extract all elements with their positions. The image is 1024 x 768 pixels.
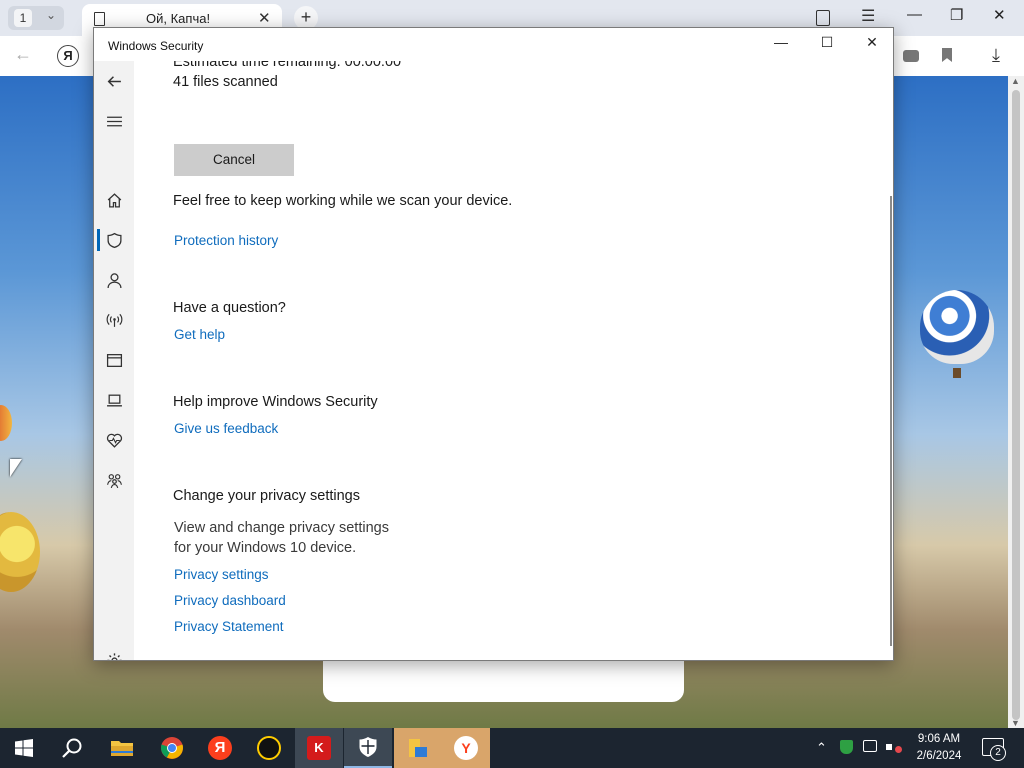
windows-security-window: Windows Security — ☐ ✕ Estimated time re… bbox=[93, 27, 894, 661]
browser-menu-icon[interactable]: ☰ bbox=[861, 6, 875, 26]
nav-account-protection[interactable] bbox=[94, 264, 134, 296]
health-icon bbox=[106, 433, 122, 448]
privacy-description-line1: View and change privacy settings bbox=[174, 520, 389, 536]
keep-working-text: Feel free to keep working while we scan … bbox=[173, 193, 513, 209]
folder-icon bbox=[111, 741, 133, 756]
document-icon bbox=[94, 12, 105, 26]
yandex-icon: Я bbox=[208, 736, 232, 760]
nav-virus-protection[interactable] bbox=[94, 224, 134, 256]
scroll-up-icon[interactable]: ▲ bbox=[1011, 76, 1020, 86]
browser-restore-icon[interactable]: ❐ bbox=[950, 6, 963, 24]
search-icon bbox=[62, 738, 82, 758]
tab-counter-button[interactable]: 1 ⌄ bbox=[8, 6, 64, 30]
notification-badge: 2 bbox=[990, 745, 1006, 761]
back-button[interactable] bbox=[94, 65, 134, 97]
network-tray-icon[interactable] bbox=[863, 740, 877, 752]
window-title: Windows Security bbox=[108, 39, 204, 53]
hamburger-menu-icon bbox=[106, 116, 122, 126]
yandex-button[interactable]: Я bbox=[196, 728, 244, 768]
mouse-cursor bbox=[10, 459, 22, 477]
nav-home[interactable] bbox=[94, 184, 134, 216]
chevron-down-icon: ⌄ bbox=[46, 8, 57, 22]
tab-title: Ой, Капча! bbox=[146, 11, 211, 26]
cancel-scan-button[interactable]: Cancel bbox=[174, 144, 294, 176]
app-browser-icon bbox=[106, 353, 122, 367]
nav-firewall-network[interactable] bbox=[94, 304, 134, 336]
kaspersky-button[interactable]: K bbox=[295, 728, 343, 768]
windows-security-button[interactable] bbox=[344, 728, 392, 768]
shield-icon bbox=[106, 232, 122, 248]
system-clock[interactable]: 9:06 AM 2/6/2024 bbox=[912, 731, 966, 765]
navigation-sidebar bbox=[94, 61, 134, 660]
clock-date: 2/6/2024 bbox=[916, 750, 962, 762]
scroll-down-icon[interactable]: ▼ bbox=[1011, 718, 1020, 728]
maximize-button[interactable]: ☐ bbox=[804, 34, 850, 56]
chat-icon[interactable] bbox=[903, 50, 919, 62]
page-scrollbar[interactable]: ▲ ▼ bbox=[1008, 76, 1024, 728]
content-scrollbar[interactable] bbox=[890, 196, 892, 646]
chrome-icon bbox=[161, 737, 183, 759]
yandex-logo-icon[interactable]: Я bbox=[57, 45, 79, 67]
tab-count: 1 bbox=[14, 9, 32, 27]
device-security-icon bbox=[106, 394, 122, 407]
close-tab-icon[interactable]: ✕ bbox=[258, 9, 271, 27]
hot-air-balloon-image bbox=[920, 290, 994, 364]
privacy-dashboard-link[interactable]: Privacy dashboard bbox=[174, 593, 286, 608]
scrollbar-thumb[interactable] bbox=[1012, 90, 1020, 720]
home-icon bbox=[107, 192, 121, 208]
give-feedback-link[interactable]: Give us feedback bbox=[174, 421, 278, 436]
privacy-description-line2: for your Windows 10 device. bbox=[174, 540, 357, 556]
nav-settings[interactable] bbox=[94, 644, 134, 660]
files-scanned-text: 41 files scanned bbox=[173, 74, 278, 90]
balloon-basket bbox=[953, 368, 961, 378]
minimize-button[interactable]: — bbox=[758, 34, 804, 56]
volume-muted-icon[interactable] bbox=[886, 740, 902, 754]
settings-gear-icon bbox=[106, 652, 122, 660]
menu-button[interactable] bbox=[94, 105, 134, 137]
family-icon bbox=[106, 473, 122, 488]
nav-family-options[interactable] bbox=[94, 464, 134, 496]
browser-close-icon[interactable]: ✕ bbox=[993, 6, 1006, 24]
security-tray-icon[interactable] bbox=[840, 740, 853, 754]
yandex-music-icon bbox=[257, 736, 281, 760]
windows-logo-icon bbox=[15, 739, 33, 757]
privacy-settings-link[interactable]: Privacy settings bbox=[174, 567, 269, 582]
network-icon bbox=[106, 313, 122, 327]
bookmark-icon[interactable] bbox=[942, 48, 952, 62]
page-card bbox=[323, 660, 684, 702]
bookmarks-icon[interactable] bbox=[816, 10, 830, 26]
window-title-bar: Windows Security — ☐ ✕ bbox=[94, 28, 893, 61]
files-icon bbox=[409, 739, 427, 757]
search-button[interactable] bbox=[48, 728, 96, 768]
nav-app-browser-control[interactable] bbox=[94, 344, 134, 376]
shield-icon bbox=[359, 737, 377, 757]
files-button[interactable] bbox=[394, 728, 442, 768]
protection-history-link[interactable]: Protection history bbox=[174, 233, 278, 248]
yandex-browser-icon: Y bbox=[454, 736, 478, 760]
kaspersky-icon: K bbox=[307, 736, 331, 760]
clock-time: 9:06 AM bbox=[917, 733, 961, 745]
question-heading: Have a question? bbox=[173, 300, 286, 316]
browser-minimize-icon[interactable]: — bbox=[907, 6, 922, 23]
nav-device-health[interactable] bbox=[94, 424, 134, 456]
close-button[interactable]: ✕ bbox=[849, 34, 893, 56]
chrome-button[interactable] bbox=[148, 728, 196, 768]
privacy-statement-link[interactable]: Privacy Statement bbox=[174, 619, 284, 634]
back-arrow-icon[interactable]: ← bbox=[14, 44, 32, 65]
file-explorer-button[interactable] bbox=[98, 728, 146, 768]
start-button[interactable] bbox=[0, 728, 48, 768]
time-remaining-text: Estimated time remaining: 00:00:00 bbox=[173, 61, 402, 70]
taskbar: Я K Y ⌃ 9:06 AM 2/6/2024 2 bbox=[0, 728, 1024, 768]
yandex-browser-button[interactable]: Y bbox=[442, 728, 490, 768]
improve-heading: Help improve Windows Security bbox=[173, 394, 378, 410]
main-content: Estimated time remaining: 00:00:00 41 fi… bbox=[134, 61, 892, 660]
nav-device-security[interactable] bbox=[94, 384, 134, 416]
account-icon bbox=[106, 272, 122, 288]
download-icon[interactable]: ⤓ bbox=[992, 45, 1000, 66]
yandex-music-button[interactable] bbox=[245, 728, 293, 768]
show-hidden-icons[interactable]: ⌃ bbox=[816, 740, 827, 756]
back-arrow-icon bbox=[107, 75, 121, 87]
privacy-heading: Change your privacy settings bbox=[173, 488, 360, 504]
get-help-link[interactable]: Get help bbox=[174, 327, 225, 342]
